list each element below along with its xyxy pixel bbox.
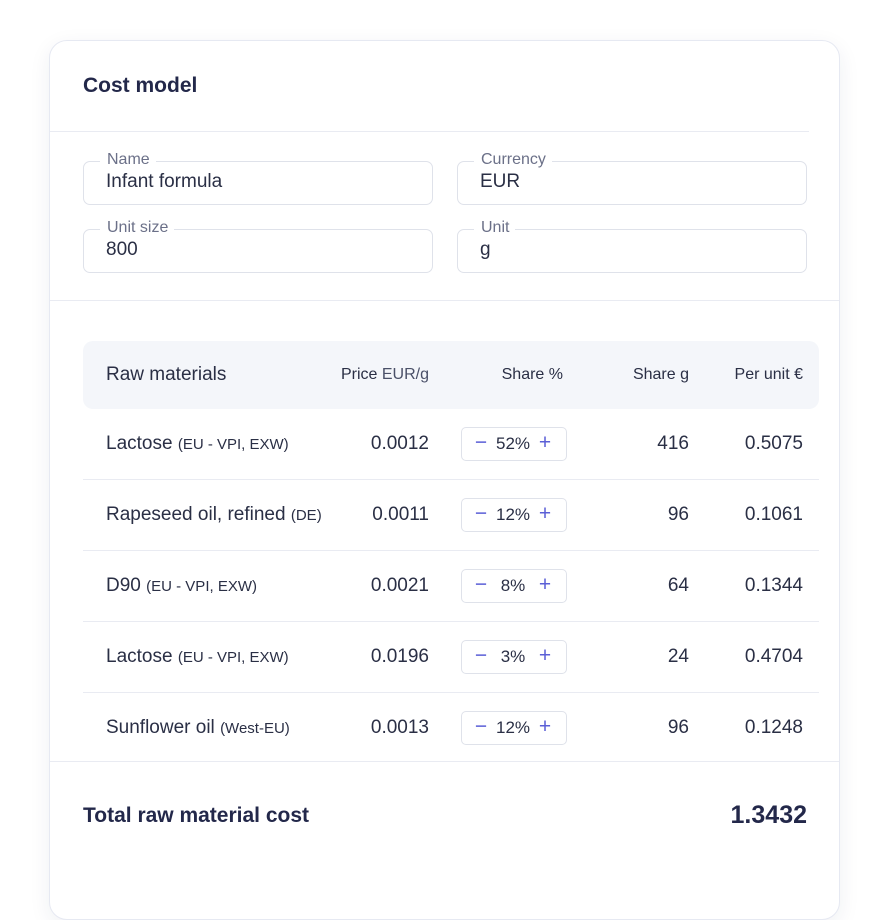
header-price: Price EUR/g xyxy=(341,341,429,409)
increment-button[interactable]: + xyxy=(538,574,552,596)
per-unit-cost: 0.5075 xyxy=(744,433,803,454)
table-row: Lactose (EU - VPI, EXW) 0.0196 − 3% + 24… xyxy=(83,622,819,693)
material-name-text: Lactose xyxy=(106,646,173,667)
material-origin: (EU - VPI, EXW) xyxy=(177,436,289,453)
header-share-percent: Share % xyxy=(501,366,563,383)
cost-model-card: Cost model Name Currency Unit size Unit … xyxy=(49,40,840,920)
increment-button[interactable]: + xyxy=(538,645,552,667)
material-origin: (DE) xyxy=(290,507,322,524)
total-value: 1.3432 xyxy=(730,801,807,829)
unit-size-input[interactable] xyxy=(106,239,416,261)
header-raw-materials: Raw materials xyxy=(106,364,227,385)
share-stepper[interactable]: − 52% + xyxy=(461,427,567,461)
decrement-button[interactable]: − xyxy=(474,432,488,454)
decrement-button[interactable]: − xyxy=(474,574,488,596)
material-name: Rapeseed oil, refined (DE) xyxy=(106,480,322,550)
per-unit-cost: 0.4704 xyxy=(744,646,803,667)
material-name: Sunflower oil (West-EU) xyxy=(106,693,290,763)
material-price: 0.0013 xyxy=(370,717,429,738)
table-header: Raw materials Price EUR/g Share % Share … xyxy=(83,341,819,409)
table-row: Sunflower oil (West-EU) 0.0013 − 12% + 9… xyxy=(83,693,819,763)
table-row: D90 (EU - VPI, EXW) 0.0021 − 8% + 64 0.1… xyxy=(83,551,819,622)
unit-size-field-label: Unit size xyxy=(100,218,175,238)
currency-field[interactable]: Currency xyxy=(457,150,807,205)
unit-size-field[interactable]: Unit size xyxy=(83,218,433,273)
material-price: 0.0196 xyxy=(370,646,429,667)
share-grams: 64 xyxy=(667,575,689,596)
per-unit-cost: 0.1061 xyxy=(744,504,803,525)
material-price: 0.0012 xyxy=(370,433,429,454)
material-origin: (EU - VPI, EXW) xyxy=(177,649,289,666)
header-share-grams: Share g xyxy=(632,366,689,383)
material-name: Lactose (EU - VPI, EXW) xyxy=(106,409,289,479)
material-name-text: D90 xyxy=(106,575,141,596)
share-stepper[interactable]: − 12% + xyxy=(461,498,567,532)
divider xyxy=(50,300,839,301)
share-stepper[interactable]: − 3% + xyxy=(461,640,567,674)
share-grams: 24 xyxy=(667,646,689,667)
table-row: Lactose (EU - VPI, EXW) 0.0012 − 52% + 4… xyxy=(83,409,819,480)
share-grams: 96 xyxy=(667,717,689,738)
share-grams: 96 xyxy=(667,504,689,525)
decrement-button[interactable]: − xyxy=(474,716,488,738)
card-title: Cost model xyxy=(83,74,198,97)
material-origin: (EU - VPI, EXW) xyxy=(146,578,257,595)
share-percent-value: 52% xyxy=(495,434,531,453)
increment-button[interactable]: + xyxy=(538,432,552,454)
name-field-label: Name xyxy=(100,150,156,170)
name-input[interactable] xyxy=(106,171,416,193)
material-name-text: Sunflower oil xyxy=(106,717,215,738)
share-percent-value: 12% xyxy=(495,718,531,737)
total-label: Total raw material cost xyxy=(83,804,310,827)
material-origin: (West-EU) xyxy=(220,720,290,737)
material-name: D90 (EU - VPI, EXW) xyxy=(106,551,257,621)
header-price-unit: EUR/g xyxy=(381,366,429,383)
divider xyxy=(50,761,839,762)
unit-field-label: Unit xyxy=(474,218,516,238)
share-stepper[interactable]: − 8% + xyxy=(461,569,567,603)
divider xyxy=(50,131,809,132)
increment-button[interactable]: + xyxy=(538,716,552,738)
name-field[interactable]: Name xyxy=(83,150,433,205)
share-percent-value: 8% xyxy=(500,576,526,595)
material-name-text: Lactose xyxy=(106,433,173,454)
header-price-label: Price xyxy=(340,366,378,383)
table-row: Rapeseed oil, refined (DE) 0.0011 − 12% … xyxy=(83,480,819,551)
currency-input[interactable] xyxy=(480,171,790,193)
raw-materials-table: Raw materials Price EUR/g Share % Share … xyxy=(83,341,819,763)
material-name: Lactose (EU - VPI, EXW) xyxy=(106,622,289,692)
decrement-button[interactable]: − xyxy=(474,503,488,525)
share-stepper[interactable]: − 12% + xyxy=(461,711,567,745)
unit-input[interactable] xyxy=(480,239,790,261)
per-unit-cost: 0.1248 xyxy=(744,717,803,738)
share-grams: 416 xyxy=(657,433,689,454)
share-percent-value: 3% xyxy=(500,647,526,666)
per-unit-cost: 0.1344 xyxy=(744,575,803,596)
increment-button[interactable]: + xyxy=(538,503,552,525)
material-name-text: Rapeseed oil, refined xyxy=(106,504,286,525)
decrement-button[interactable]: − xyxy=(474,645,488,667)
unit-field[interactable]: Unit xyxy=(457,218,807,273)
share-percent-value: 12% xyxy=(495,505,531,524)
currency-field-label: Currency xyxy=(474,150,552,170)
header-per-unit: Per unit € xyxy=(734,366,803,383)
material-price: 0.0021 xyxy=(370,575,429,596)
material-price: 0.0011 xyxy=(372,504,429,525)
